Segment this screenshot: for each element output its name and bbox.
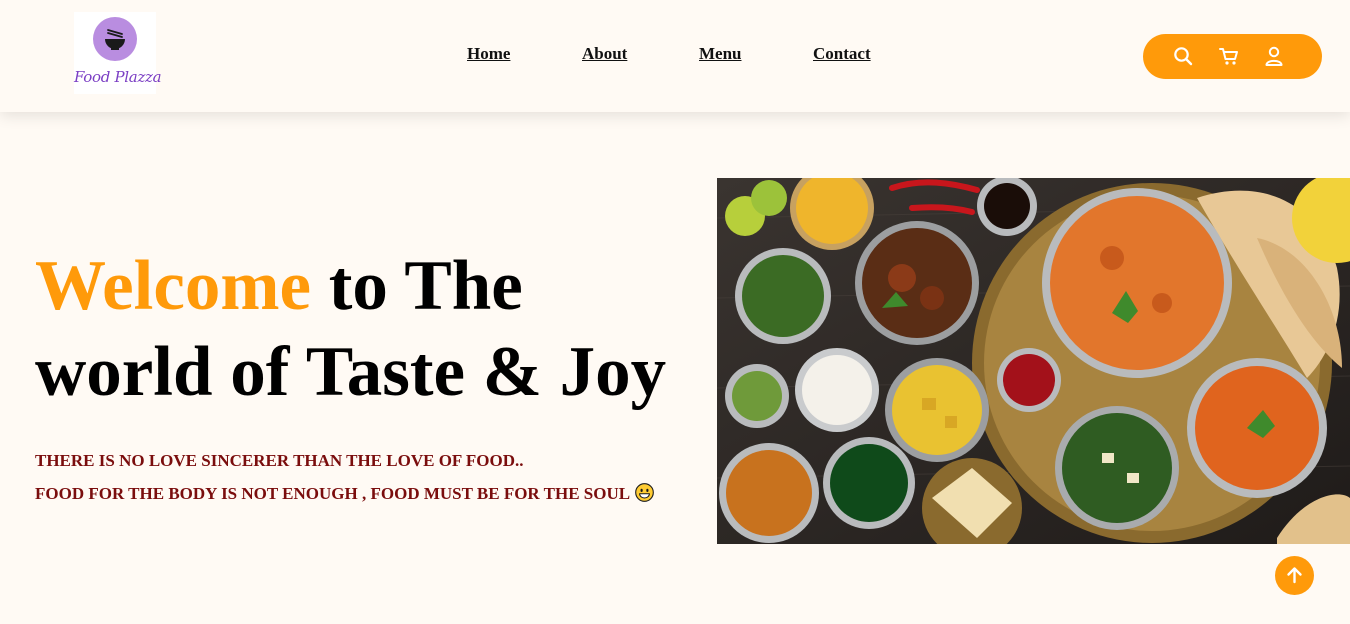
brand-name: Food Plazza: [74, 68, 162, 86]
nav-about[interactable]: About: [582, 44, 627, 64]
tagline-line-2: FOOD FOR THE BODY IS NOT ENOUGH , FOOD M…: [35, 484, 630, 503]
cart-icon[interactable]: [1218, 45, 1240, 67]
bowl-chopsticks-icon: [93, 17, 137, 61]
action-bar: [1143, 34, 1322, 79]
hero-title-accent: Welcome: [35, 247, 311, 325]
tagline-line-2-wrap: FOOD FOR THE BODY IS NOT ENOUGH , FOOD M…: [35, 483, 655, 504]
nav-contact[interactable]: Contact: [813, 44, 871, 64]
search-icon[interactable]: [1172, 45, 1194, 67]
site-header: Food Plazza Home About Menu Contact: [0, 0, 1350, 112]
logo[interactable]: Food Plazza: [74, 12, 162, 94]
nav-home[interactable]: Home: [467, 44, 510, 64]
nav-menu[interactable]: Menu: [699, 44, 742, 64]
tagline-line-1: THERE IS NO LOVE SINCERER THAN THE LOVE …: [35, 451, 524, 470]
arrow-up-icon: [1287, 567, 1302, 584]
hero-food-image: [717, 178, 1350, 544]
grinning-face-emoji: [635, 483, 655, 502]
user-icon[interactable]: [1263, 45, 1285, 67]
scroll-top-button[interactable]: [1275, 556, 1314, 595]
hero-title: Welcome to The world of Taste & Joy: [35, 243, 715, 415]
